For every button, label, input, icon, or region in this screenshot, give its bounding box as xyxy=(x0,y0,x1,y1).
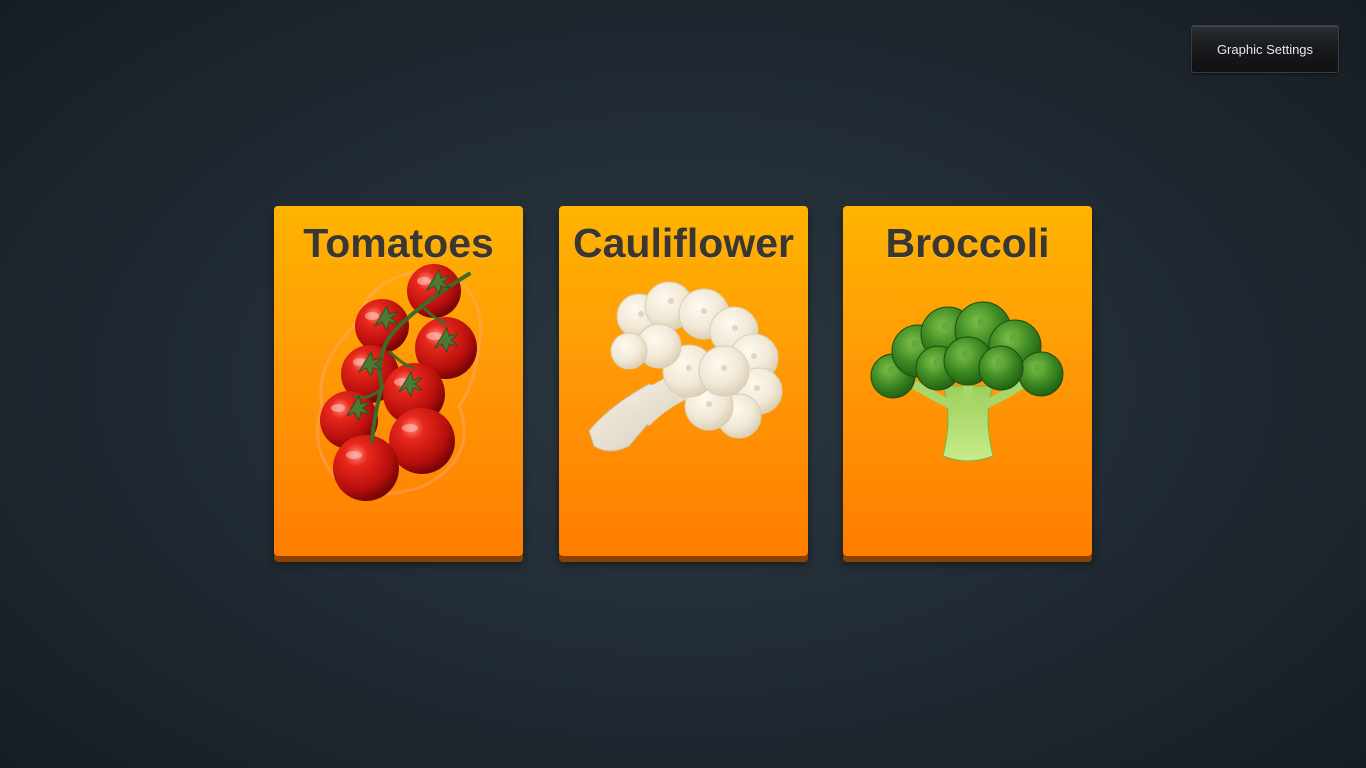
card-tomatoes[interactable]: Tomatoes xyxy=(274,206,523,556)
broccoli-image xyxy=(870,301,1064,462)
vegetable-cards: Tomatoes Cauliflower Broccoli xyxy=(274,206,1092,563)
card-cauliflower[interactable]: Cauliflower xyxy=(559,206,808,556)
cauliflower-image xyxy=(588,281,783,452)
card-broccoli[interactable]: Broccoli xyxy=(843,206,1092,556)
tomato-bunch-image xyxy=(316,264,483,501)
graphic-settings-button[interactable]: Graphic Settings xyxy=(1191,25,1339,73)
